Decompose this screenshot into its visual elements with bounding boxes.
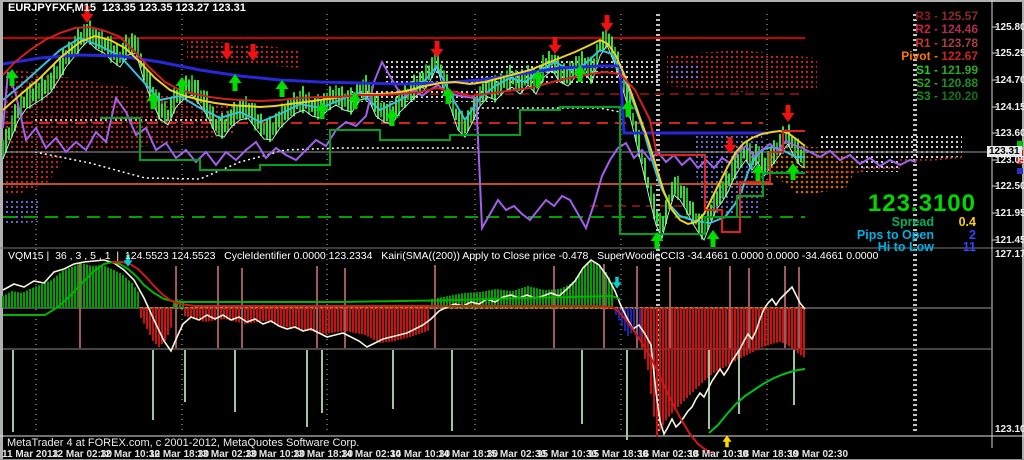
quote-price: 123.3100 [867, 190, 976, 217]
chart-title: EURJPYFXF,M15 123.35 123.35 123.27 123.3… [8, 2, 246, 14]
price-tick-label: 124.15 [995, 102, 1024, 113]
spread-label: Spread [891, 215, 934, 229]
mt4-chart-window: EURJPYFXF,M15 123.35 123.35 123.27 123.3… [0, 0, 1024, 460]
quote-panel: 123.3100 Spread 0.4 Pips to Open 2 Hi to L… [857, 191, 976, 254]
pivot-legend-row: Pivot - 122.67 [901, 49, 978, 64]
pivot-legend: R3 - 125.57 R2 - 124.46 R1 - 123.78 Pivot -… [901, 9, 978, 104]
hi-to-low-value: 11 [962, 240, 976, 254]
price-tick-label: 124.70 [995, 75, 1024, 86]
vq-slow-red [112, 261, 713, 454]
spread-value: 0.4 [958, 215, 976, 229]
pivot-legend-row: S2 - 120.88 [915, 76, 978, 91]
sub-axis-min: 123.104 [995, 424, 1024, 435]
pivot-legend-row: R2 - 124.46 [915, 22, 978, 37]
price-axis[interactable]: 123.31 127.175 123.104 125.80125.25124.7… [987, 0, 1024, 448]
indicator-header: VQM15 | 36 , 3 , 5 , 1 | 124.5523 124.55… [8, 250, 879, 262]
hi-to-low-label: Hi to Low [877, 240, 934, 254]
price-tick-label: 121.45 [995, 235, 1024, 246]
time-tick-label: 11 Mar 2013 [2, 449, 59, 460]
pivot-legend-row: S1 - 121.99 [915, 62, 978, 77]
time-tick-label: 19 Mar 02:30 [788, 449, 849, 460]
price-tick-label: 123.60 [995, 128, 1024, 139]
price-tick-label: 123.05 [995, 155, 1024, 166]
pivot-legend-row: R3 - 125.57 [915, 9, 978, 23]
pivot-legend-row: S3 - 120.20 [915, 89, 978, 104]
time-axis[interactable]: 11 Mar 2013 12 Mar 02:30 12 Mar 10:30 12 Ma… [0, 448, 1024, 460]
subwindow-plot [2, 254, 991, 454]
price-tick-label: 121.95 [995, 208, 1024, 219]
vq-recover-green [708, 368, 806, 434]
price-tick-label: 125.25 [995, 48, 1024, 59]
price-tick-label: 125.80 [995, 22, 1024, 33]
sub-axis-max: 127.175 [995, 249, 1024, 260]
pivot-legend-row: R1 - 123.78 [915, 35, 978, 50]
price-tick-label: 122.50 [995, 181, 1024, 192]
